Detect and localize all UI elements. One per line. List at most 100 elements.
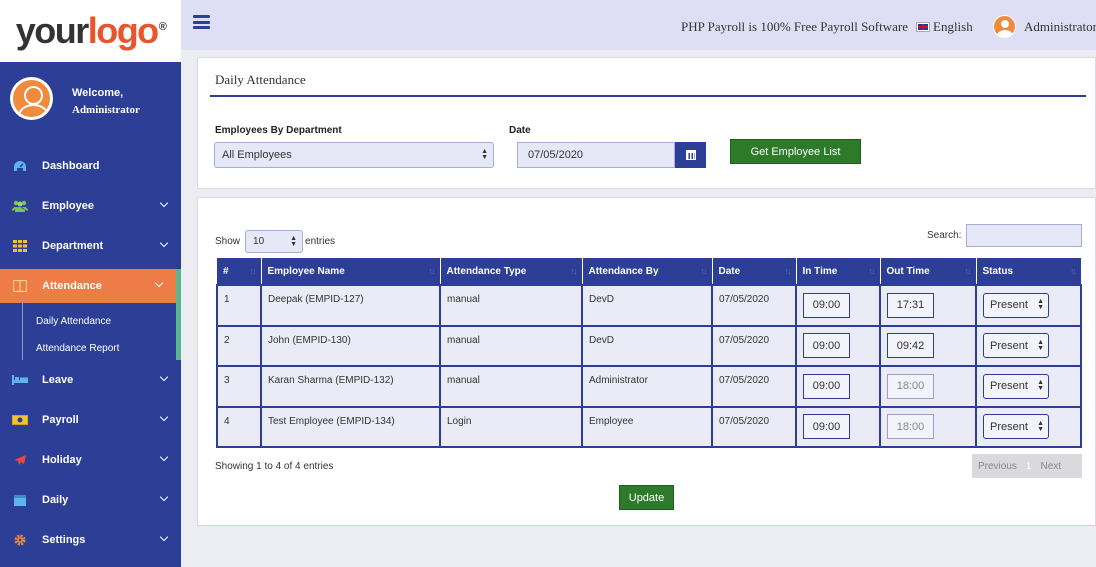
- get-employee-list-button[interactable]: Get Employee List: [730, 139, 861, 164]
- status-select[interactable]: Present ▲ ▼: [983, 414, 1049, 440]
- in-time-input[interactable]: 09:00: [803, 373, 850, 399]
- sidebar-subitem-daily-attendance[interactable]: Daily Attendance: [36, 316, 111, 327]
- cell-attendance-by: Administrator: [581, 365, 713, 408]
- cell-attendance-by: DevD: [581, 284, 713, 327]
- out-time-input[interactable]: 18:00: [887, 373, 934, 399]
- entries-select[interactable]: 10 ▲ ▼: [245, 230, 304, 253]
- user-menu[interactable]: Administrator: [993, 15, 1096, 38]
- table-row: 3 Karan Sharma (EMPID-132) manual Admini…: [216, 365, 1082, 408]
- avatar: [993, 15, 1016, 38]
- chevron-down-icon: [159, 238, 169, 248]
- out-time-input[interactable]: 18:00: [887, 414, 934, 440]
- status-select-value: Present: [990, 299, 1028, 312]
- column-header-out-time[interactable]: Out Time ↑↓: [880, 258, 977, 285]
- sidebar-subitem-attendance-report[interactable]: Attendance Report: [36, 343, 119, 354]
- sidebar-item-leave[interactable]: Leave: [0, 363, 181, 397]
- calendar-icon: [685, 150, 696, 160]
- money-icon: [12, 414, 28, 426]
- sidebar-item-label: Holiday: [42, 454, 82, 466]
- sidebar-item-attendance[interactable]: Attendance: [0, 269, 181, 303]
- department-select[interactable]: All Employees ▲ ▼: [214, 142, 494, 168]
- welcome-block: Welcome, Administrator: [0, 62, 181, 134]
- logo-text-logo: logo: [87, 10, 159, 51]
- sidebar-item-dashboard[interactable]: Dashboard: [0, 149, 181, 183]
- cell-out-time: 18:00: [879, 365, 977, 408]
- chevron-down-icon: [159, 372, 169, 382]
- submenu-active-bar: [176, 298, 181, 360]
- chevron-down-icon: [154, 278, 164, 288]
- sidebar-item-label: Attendance: [42, 280, 102, 292]
- cell-out-time: 18:00: [879, 405, 977, 448]
- cell-out-time: 09:42: [879, 324, 977, 367]
- out-time-input[interactable]: 17:31: [887, 292, 934, 318]
- status-select[interactable]: Present ▲ ▼: [983, 373, 1049, 399]
- sort-icon: ↑↓: [868, 266, 876, 276]
- attendance-table: # ↑↓ Employee Name ↑↓ Attendance Type ↑↓ At…: [216, 258, 1082, 448]
- grid-icon: [12, 240, 28, 252]
- page-1-button[interactable]: 1: [1023, 461, 1035, 472]
- language-selector[interactable]: English: [916, 19, 973, 35]
- sidebar-item-label: Leave: [42, 374, 74, 386]
- column-header-employee-name[interactable]: Employee Name ↑↓: [261, 258, 441, 285]
- select-arrows-icon: ▲ ▼: [1037, 298, 1044, 312]
- sidebar-item-holiday[interactable]: Holiday: [0, 443, 181, 477]
- cell-out-time: 17:31: [879, 284, 977, 327]
- sidebar-item-label: Dashboard: [42, 160, 100, 172]
- status-select[interactable]: Present ▲ ▼: [983, 292, 1049, 318]
- cell-status: Present ▲ ▼: [975, 405, 1082, 448]
- column-header-label: Date: [718, 265, 741, 277]
- column-header-date[interactable]: Date ↑↓: [712, 258, 797, 285]
- cell-in-time: 09:00: [795, 324, 881, 367]
- title-divider: [210, 95, 1086, 97]
- cell-attendance-by: DevD: [581, 324, 713, 367]
- chevron-down-icon: [159, 492, 169, 502]
- cell-number: 1: [216, 284, 262, 327]
- column-header-status[interactable]: Status ↑↓: [976, 258, 1081, 285]
- logo: yourlogo®: [0, 0, 181, 62]
- column-header-label: Status: [982, 265, 1014, 277]
- cell-attendance-type: Login: [439, 405, 583, 448]
- bed-icon: [12, 374, 28, 386]
- update-button[interactable]: Update: [619, 485, 674, 510]
- select-arrows-icon: ▲ ▼: [1037, 379, 1044, 393]
- column-header-number[interactable]: # ↑↓: [217, 258, 262, 285]
- cell-attendance-type: manual: [439, 284, 583, 327]
- sort-icon: ↑↓: [964, 266, 972, 276]
- entries-length-control: Show 10 ▲ ▼ entries: [215, 230, 335, 253]
- filter-panel: Daily Attendance Employees By Department…: [197, 57, 1096, 189]
- sidebar-item-payroll[interactable]: Payroll: [0, 403, 181, 437]
- cell-employee-name: Karan Sharma (EMPID-132): [260, 365, 441, 408]
- search-input[interactable]: [966, 224, 1082, 247]
- column-header-in-time[interactable]: In Time ↑↓: [796, 258, 881, 285]
- date-input[interactable]: 07/05/2020: [517, 142, 675, 168]
- cell-date: 07/05/2020: [711, 405, 797, 448]
- sort-icon: ↑↓: [700, 266, 708, 276]
- sidebar-item-department[interactable]: Department: [0, 229, 181, 263]
- sidebar-item-label: Employee: [42, 200, 94, 212]
- sort-icon: ↑↓: [784, 266, 792, 276]
- column-header-attendance-by[interactable]: Attendance By ↑↓: [582, 258, 713, 285]
- sidebar-item-daily[interactable]: Daily: [0, 483, 181, 517]
- calendar-button[interactable]: [675, 142, 706, 168]
- next-page-button[interactable]: Next: [1034, 461, 1067, 472]
- cell-number: 3: [216, 365, 262, 408]
- sidebar-item-settings[interactable]: Settings: [0, 523, 181, 557]
- in-time-input[interactable]: 09:00: [803, 292, 850, 318]
- cell-status: Present ▲ ▼: [975, 284, 1082, 327]
- sort-icon: ↑↓: [1070, 266, 1077, 276]
- submenu-line: [22, 298, 23, 360]
- dashboard-icon: [12, 160, 28, 172]
- in-time-input[interactable]: 09:00: [803, 333, 850, 359]
- column-header-attendance-type[interactable]: Attendance Type ↑↓: [440, 258, 583, 285]
- top-bar: PHP Payroll is 100% Free Payroll Softwar…: [181, 0, 1096, 50]
- sidebar-item-employee[interactable]: Employee: [0, 189, 181, 223]
- out-time-input[interactable]: 09:42: [887, 333, 934, 359]
- welcome-username: Administrator: [72, 104, 140, 116]
- previous-page-button[interactable]: Previous: [972, 461, 1023, 472]
- status-select[interactable]: Present ▲ ▼: [983, 333, 1049, 359]
- menu-toggle-icon[interactable]: [193, 15, 210, 29]
- cell-employee-name: Test Employee (EMPID-134): [260, 405, 441, 448]
- column-header-label: #: [223, 265, 229, 277]
- in-time-input[interactable]: 09:00: [803, 414, 850, 440]
- cell-status: Present ▲ ▼: [975, 365, 1082, 408]
